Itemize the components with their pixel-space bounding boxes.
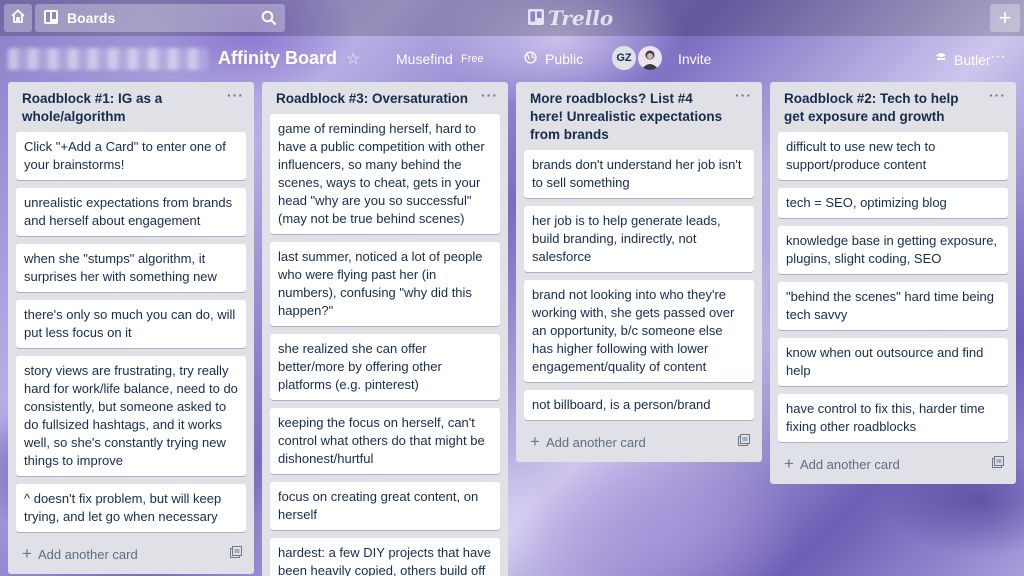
list-menu-icon[interactable]: ···: [227, 86, 244, 104]
team-name[interactable]: Musefind: [396, 51, 453, 67]
add-card-button[interactable]: + Add another card: [16, 540, 246, 574]
card[interactable]: difficult to use new tech to support/pro…: [778, 132, 1008, 180]
list-column: More roadblocks? List #4 here! Unrealist…: [516, 82, 762, 462]
avatar[interactable]: [638, 46, 662, 70]
home-button[interactable]: [4, 4, 32, 32]
board-header: Affinity Board ☆ Musefind Free Public GZ…: [0, 42, 1024, 74]
plan-badge: Free: [461, 53, 484, 65]
card[interactable]: have control to fix this, harder time fi…: [778, 394, 1008, 442]
list-title[interactable]: More roadblocks? List #4 here! Unrealist…: [524, 82, 754, 150]
boards-icon: [43, 9, 59, 28]
card[interactable]: hardest: a few DIY projects that have be…: [270, 538, 500, 576]
list-title[interactable]: Roadblock #3: Oversaturation ···: [270, 82, 500, 114]
avatar[interactable]: GZ: [612, 46, 636, 70]
list-title-text: Roadblock #2: Tech to help get exposure …: [784, 91, 959, 124]
butler-label: Butler: [954, 51, 991, 68]
add-card-button[interactable]: + Add another card: [524, 428, 754, 462]
card[interactable]: when she "stumps" algorithm, it surprise…: [16, 244, 246, 292]
boards-button[interactable]: Boards: [35, 4, 285, 32]
trello-logo[interactable]: Trello: [528, 6, 613, 30]
list-title[interactable]: Roadblock #1: IG as a whole/algorithm ··…: [16, 82, 246, 132]
create-button[interactable]: +: [990, 4, 1020, 32]
card[interactable]: knowledge base in getting exposure, plug…: [778, 226, 1008, 274]
card[interactable]: unrealistic expectations from brands and…: [16, 188, 246, 236]
search-icon[interactable]: [261, 10, 277, 29]
add-card-button[interactable]: + Add another card: [778, 450, 1008, 484]
card[interactable]: game of reminding herself, hard to have …: [270, 114, 500, 234]
list-menu-icon[interactable]: ···: [481, 86, 498, 104]
card[interactable]: ^ doesn't fix problem, but will keep try…: [16, 484, 246, 532]
list-title-text: More roadblocks? List #4 here! Unrealist…: [530, 91, 723, 142]
list-title[interactable]: Roadblock #2: Tech to help get exposure …: [778, 82, 1008, 132]
globe-icon: [524, 51, 537, 67]
card-template-icon[interactable]: [738, 434, 750, 449]
add-card-label: Add another card: [545, 434, 646, 450]
card[interactable]: her job is to help generate leads, build…: [524, 206, 754, 272]
home-icon: [10, 8, 26, 29]
list-column: Roadblock #3: Oversaturation ··· game of…: [262, 82, 508, 576]
butler-icon: [934, 51, 948, 68]
boards-label: Boards: [67, 10, 116, 26]
card-template-icon[interactable]: [992, 456, 1004, 471]
plus-icon: +: [22, 544, 32, 563]
card[interactable]: story views are frustrating, try really …: [16, 356, 246, 476]
add-card-label: Add another card: [37, 546, 138, 562]
card[interactable]: there's only so much you can do, will pu…: [16, 300, 246, 348]
card[interactable]: tech = SEO, optimizing blog: [778, 188, 1008, 218]
list-column: Roadblock #2: Tech to help get exposure …: [770, 82, 1016, 484]
blurred-name: [8, 48, 208, 70]
list-menu-icon[interactable]: ···: [735, 86, 752, 104]
board-title[interactable]: Affinity Board: [218, 48, 337, 69]
card[interactable]: keeping the focus on herself, can't cont…: [270, 408, 500, 474]
list-menu-icon[interactable]: ···: [989, 86, 1006, 104]
plus-icon: +: [784, 454, 794, 473]
butler-button[interactable]: Butler: [934, 51, 991, 68]
list-title-text: Roadblock #1: IG as a whole/algorithm: [22, 91, 163, 124]
card[interactable]: focus on creating great content, on hers…: [270, 482, 500, 530]
card[interactable]: Click "+Add a Card" to enter one of your…: [16, 132, 246, 180]
card[interactable]: not billboard, is a person/brand: [524, 390, 754, 420]
visibility-label: Public: [545, 51, 584, 67]
card[interactable]: she realized she can offer better/more b…: [270, 334, 500, 400]
plus-icon: +: [998, 5, 1012, 30]
invite-button[interactable]: Invite: [678, 51, 711, 67]
card[interactable]: brand not looking into who they're worki…: [524, 280, 754, 382]
card[interactable]: last summer, noticed a lot of people who…: [270, 242, 500, 326]
card-template-icon[interactable]: [230, 546, 242, 561]
star-icon[interactable]: ☆: [346, 49, 360, 69]
list-column: Roadblock #1: IG as a whole/algorithm ··…: [8, 82, 254, 574]
trello-logo-icon: [528, 6, 544, 30]
card[interactable]: "behind the scenes" hard time being tech…: [778, 282, 1008, 330]
add-card-label: Add another card: [799, 456, 900, 472]
card[interactable]: know when out outsource and find help: [778, 338, 1008, 386]
board-menu-icon[interactable]: ···: [990, 48, 1006, 66]
top-navigation-bar: Boards Trello +: [0, 0, 1024, 36]
logo-text: Trello: [548, 6, 614, 30]
list-title-text: Roadblock #3: Oversaturation: [276, 91, 469, 106]
card[interactable]: brands don't understand her job isn't to…: [524, 150, 754, 198]
plus-icon: +: [530, 432, 540, 451]
visibility-button[interactable]: Public: [524, 51, 583, 67]
